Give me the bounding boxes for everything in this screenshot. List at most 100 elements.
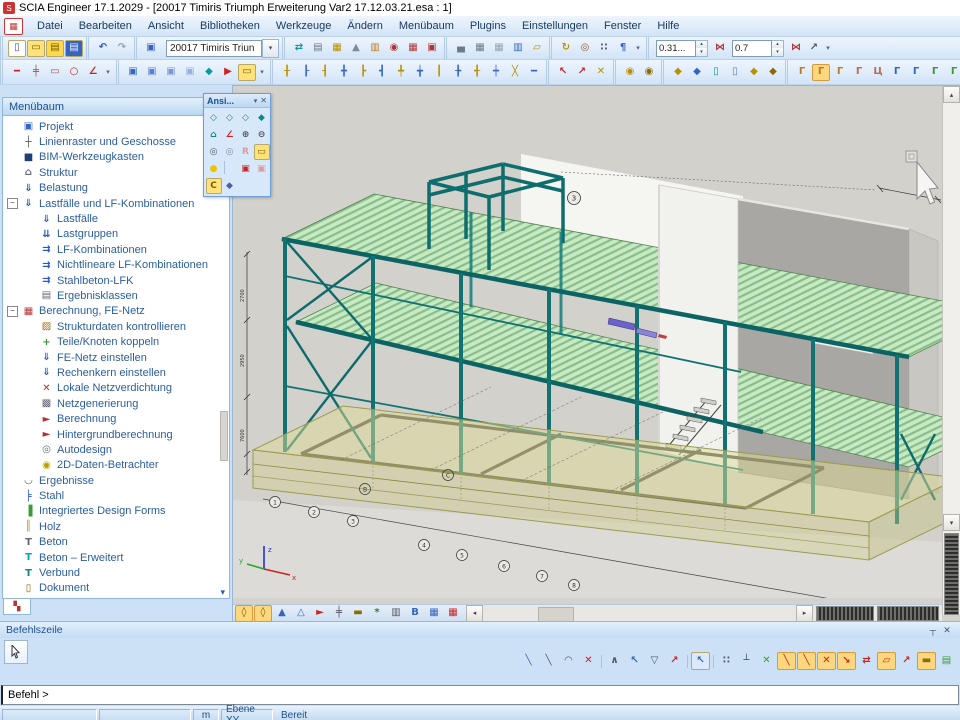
open-project-icon[interactable]: ▭ [27, 40, 45, 57]
dimension-line-icon[interactable]: ╪ [27, 64, 45, 81]
command-input[interactable]: Befehl > [1, 685, 959, 705]
tree-item-beton[interactable]: ТBeton [3, 535, 229, 550]
activate-layer-5-icon[interactable]: Ц [869, 64, 887, 81]
menu-ansicht[interactable]: Ansicht [140, 17, 192, 36]
activity-icon[interactable]: ↻ [557, 40, 575, 57]
tree-item-belastung[interactable]: ⇓Belastung [3, 181, 229, 196]
viewport-vertical-scrollbar[interactable]: ▴ ▾ [942, 86, 960, 615]
scroll-left-icon[interactable]: ◂ [466, 605, 483, 622]
clipboard-icon[interactable]: ▥ [366, 40, 384, 57]
horizontal-scroll-track[interactable] [483, 607, 796, 620]
vertical-scroll-track[interactable] [943, 103, 960, 514]
overflow-chevron-icon[interactable]: ▾ [257, 64, 267, 81]
member-split-icon[interactable]: ┫ [373, 64, 391, 81]
menu-plugins[interactable]: Plugins [462, 17, 514, 36]
menu-hilfe[interactable]: Hilfe [649, 17, 687, 36]
view-toolbar-palette[interactable]: Ansi... ▾ ✕ ◇◇◇◆⌂∠⊕⊖◎◎R▭●▣▣C◆ [203, 93, 271, 197]
view-top-icon[interactable]: ◇ [206, 110, 222, 126]
horizontal-pan-bar-2[interactable] [877, 606, 939, 621]
snap-perpendicular-icon[interactable]: ┴ [737, 652, 756, 670]
member-number-icon[interactable]: ↗ [805, 40, 823, 57]
tree-expander-icon[interactable]: − [7, 198, 18, 209]
3d-viewport[interactable]: 2700 2950 7600 3 1 [232, 85, 960, 621]
ucs-icon[interactable]: ∠ [222, 127, 238, 143]
zoom-document-icon[interactable]: ◎ [576, 40, 594, 57]
tree-item-hintergrundberechnung[interactable]: ►Hintergrundberechnung [3, 427, 229, 442]
mesh-display-icon[interactable]: ▦ [444, 605, 462, 622]
spin-up-icon[interactable]: ▴ [696, 41, 707, 49]
project-selector[interactable]: 20017 Timiris Triun ▾ [166, 39, 279, 58]
beta-grid-icon[interactable]: B [406, 605, 424, 622]
tree-item-bim-werkzeugkasten[interactable]: ■BIM-Werkzeugkasten [3, 150, 229, 165]
tree-item-fe-netz-einstellen[interactable]: ⇓FE-Netz einstellen [3, 350, 229, 365]
view-side-icon[interactable]: ◇ [238, 110, 254, 126]
stretch-entity-icon[interactable]: ◆ [764, 64, 782, 81]
grid-display-icon[interactable]: ▦ [425, 605, 443, 622]
display-scale-value[interactable]: 0.7 [732, 40, 772, 57]
snap-intersection-icon[interactable]: ✕ [757, 652, 776, 670]
member-top-icon[interactable]: ╇ [392, 64, 410, 81]
default-view-icon[interactable]: ⌂ [206, 127, 222, 143]
tree-item-teile-knoten-koppeln[interactable]: +Teile/Knoten koppeln [3, 334, 229, 349]
print-icon[interactable]: ▄ [452, 40, 470, 57]
member-join-icon[interactable]: ┣ [354, 64, 372, 81]
overflow-chevron-icon[interactable]: ▾ [103, 64, 113, 81]
snap-node-icon[interactable]: ✕ [817, 652, 836, 670]
load-scale-spinner[interactable]: 0.31... ▴▾ [656, 40, 708, 57]
activate-layer-7-icon[interactable]: Г [907, 64, 925, 81]
surface-display-icon[interactable]: ▬ [349, 605, 367, 622]
undo-icon[interactable]: ↶ [94, 40, 112, 57]
layers-icon[interactable]: ▤ [309, 40, 327, 57]
view-axonometric-icon[interactable]: ◆ [254, 110, 270, 126]
member-branch-icon[interactable]: ╊ [449, 64, 467, 81]
tree-item-projekt[interactable]: ▣Projekt [3, 119, 229, 134]
tree-item-linienraster-und-geschosse[interactable]: ┼Linienraster und Geschosse [3, 134, 229, 149]
cross-section-icon[interactable]: ▦ [328, 40, 346, 57]
tree-item-dokument[interactable]: ▯Dokument [3, 581, 229, 596]
snap-grid-icon[interactable]: ∷ [717, 652, 736, 670]
member-node-icon[interactable]: ┠ [297, 64, 315, 81]
menu-bearbeiten[interactable]: Bearbeiten [71, 17, 140, 36]
activate-layer-3-icon[interactable]: Г [831, 64, 849, 81]
bim-exchange-icon[interactable]: ⇄ [290, 40, 308, 57]
member-insert-icon[interactable]: ╂ [278, 64, 296, 81]
snap-edge-icon[interactable]: ↘ [837, 652, 856, 670]
scia-logo-icon[interactable]: ▦ [4, 18, 23, 35]
menu-men-baum[interactable]: Menübaum [391, 17, 462, 36]
tree-item-berechnung-fe-netz[interactable]: −▦Berechnung, FE-Netz [3, 304, 229, 319]
status-unit[interactable]: m [193, 709, 219, 720]
paste-property-icon[interactable]: ▯ [726, 64, 744, 81]
snap-endpoint-icon[interactable]: ╲ [777, 652, 796, 670]
load-scale-value[interactable]: 0.31... [656, 40, 696, 57]
section-display-icon[interactable]: ╪ [330, 605, 348, 622]
tree-item-lastfälle-und-lf-kombinationen[interactable]: −⇓Lastfälle und LF-Kombinationen [3, 196, 229, 211]
activate-layer-9-icon[interactable]: Г [945, 64, 960, 81]
palette-close-icon[interactable]: ✕ [260, 96, 267, 105]
viewport-horizontal-scrollbar[interactable]: ◂ ▸ [466, 605, 942, 621]
snap-select-icon[interactable]: ↖ [691, 652, 710, 670]
tree-item-stahlbeton-lfk[interactable]: ⇉Stahlbeton-LFK [3, 273, 229, 288]
zoom-window-icon[interactable]: ◎ [206, 144, 222, 160]
sidebar-tab-menubaum[interactable]: ▚ [3, 599, 31, 615]
render-mode-icon[interactable]: ◆ [222, 178, 238, 194]
menu-bibliotheken[interactable]: Bibliotheken [192, 17, 268, 36]
saved-view-icon[interactable]: ▣ [254, 161, 270, 177]
snap-vertex-icon[interactable]: ∧ [605, 652, 624, 670]
draw-line-icon[interactable]: ━ [8, 64, 26, 81]
zoom-out-icon[interactable]: ⊖ [254, 127, 270, 143]
tree-scroll-down-icon[interactable]: ▾ [220, 588, 225, 597]
project-selector-value[interactable]: 20017 Timiris Triun [166, 40, 262, 57]
dot-grid-icon[interactable]: ∷ [595, 40, 613, 57]
zoom-in-icon[interactable]: ⊕ [238, 127, 254, 143]
overflow-chevron-icon[interactable]: ▾ [823, 40, 833, 57]
view-front-icon[interactable]: ◇ [222, 110, 238, 126]
render-solid-icon[interactable]: ◊ [235, 605, 253, 622]
tree-item-netzgenerierung[interactable]: ▩Netzgenerierung [3, 396, 229, 411]
window-layout-icon[interactable]: ▣ [142, 40, 160, 57]
member-end-icon[interactable]: ┨ [316, 64, 334, 81]
render-wire-icon[interactable]: ◊ [254, 605, 272, 622]
horizontal-scroll-thumb[interactable] [538, 607, 574, 622]
tree-scrollbar-thumb[interactable] [220, 411, 228, 461]
tree-item-2d-daten-betrachter[interactable]: ◉2D-Daten-Betrachter [3, 458, 229, 473]
bb-import-icon[interactable]: ◉ [640, 64, 658, 81]
